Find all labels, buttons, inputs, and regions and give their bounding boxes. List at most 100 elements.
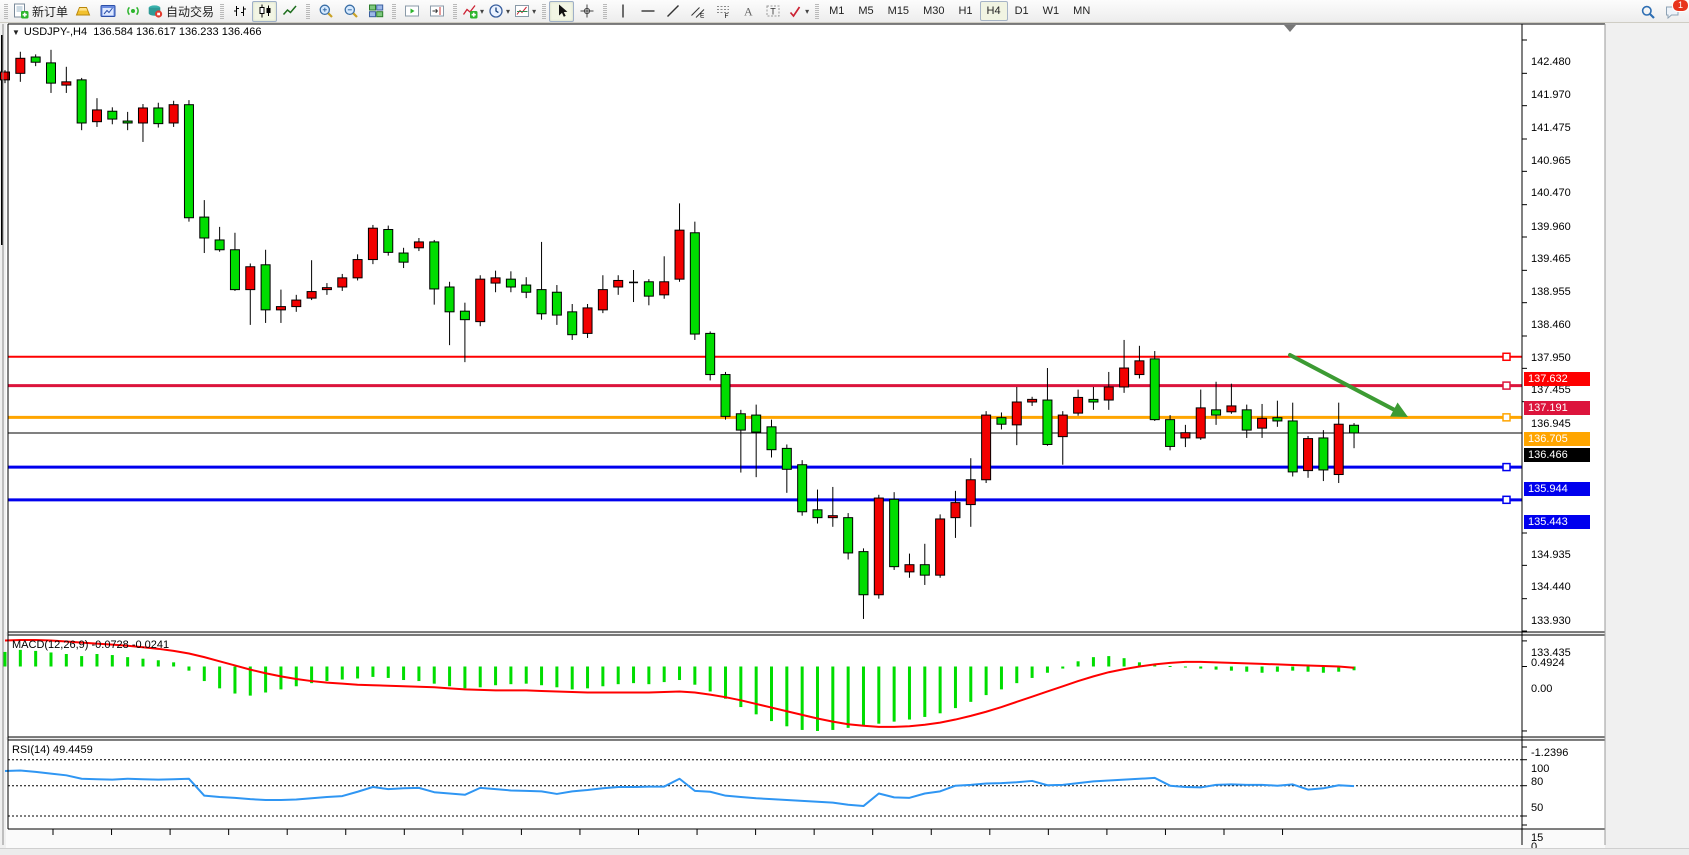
hline-icon xyxy=(640,3,656,19)
new-order-icon xyxy=(13,3,29,19)
trendline-icon xyxy=(665,3,681,19)
candle xyxy=(1166,415,1175,450)
timeframe-m1-button[interactable]: M1 xyxy=(822,1,851,21)
toolbar-crosshair-tool-button[interactable] xyxy=(574,1,599,22)
toolbar-text-tool-button[interactable]: A xyxy=(735,1,760,22)
toolbar-text-label-tool-button[interactable]: T xyxy=(760,1,785,22)
toolbar-candlestick-mode-button[interactable] xyxy=(252,1,277,22)
timeframe-mn-button[interactable]: MN xyxy=(1066,1,1097,21)
toolbar-fibonacci-tool-button[interactable]: F xyxy=(710,1,735,22)
search-icon xyxy=(1640,4,1656,20)
resistance-line-1-handle[interactable] xyxy=(1503,353,1510,360)
chevron-down-icon[interactable]: ▾ xyxy=(805,7,809,16)
add-indicator-icon xyxy=(462,3,478,19)
toolbar-tile-windows-button[interactable] xyxy=(363,1,388,22)
toolbar-chart-shift-button[interactable] xyxy=(424,1,449,22)
candle xyxy=(798,460,807,516)
toolbar-equidistant-channel-tool-button[interactable]: E xyxy=(685,1,710,22)
toolbar-search-button[interactable] xyxy=(1635,1,1660,22)
timeframe-m5-button[interactable]: M5 xyxy=(851,1,880,21)
toolbar-group-handle xyxy=(4,4,8,19)
toolbar-autotrading-button[interactable]: 自动交易 xyxy=(145,1,216,22)
svg-text:E: E xyxy=(700,13,705,20)
chart-symbol: USDJPY-,H4 xyxy=(24,26,87,38)
chart-title[interactable]: ▼USDJPY-,H4 136.584 136.617 136.233 136.… xyxy=(12,26,261,38)
toolbar-group-handle xyxy=(392,4,396,19)
text-icon: A xyxy=(740,3,756,19)
pivot-line-handle[interactable] xyxy=(1503,414,1510,421)
candle xyxy=(77,78,86,130)
chart-shift-icon xyxy=(429,3,445,19)
candle xyxy=(368,225,377,264)
toolbar-group-handle xyxy=(542,4,546,19)
toolbar-new-order-button[interactable]: 新订单 xyxy=(11,1,70,22)
toolbar-zoom-out-button[interactable] xyxy=(338,1,363,22)
autotrading-icon xyxy=(147,3,163,19)
candle xyxy=(890,492,899,570)
resistance-line-2-handle[interactable] xyxy=(1503,382,1510,389)
bar-chart-icon xyxy=(232,3,248,19)
tile-windows-icon xyxy=(368,3,384,19)
chevron-down-icon[interactable]: ▾ xyxy=(532,7,536,16)
price-chart[interactable] xyxy=(0,22,1689,855)
channel-icon: E xyxy=(690,3,706,19)
toolbar-horizontal-line-tool-button[interactable] xyxy=(635,1,660,22)
candle xyxy=(1150,351,1159,421)
toolbar-signals-button[interactable] xyxy=(120,1,145,22)
support-line-2-handle[interactable] xyxy=(1503,496,1510,503)
candle xyxy=(476,275,485,326)
auto-scroll-icon xyxy=(404,3,420,19)
signal-icon xyxy=(125,3,141,19)
candle xyxy=(874,495,883,599)
toolbar-bar-chart-mode-button[interactable] xyxy=(227,1,252,22)
label-icon: T xyxy=(765,3,781,19)
ohlc-low: 136.233 xyxy=(179,26,219,38)
timeframe-d1-button[interactable]: D1 xyxy=(1008,1,1036,21)
toolbar-market-window-button[interactable] xyxy=(95,1,120,22)
toolbar-group-handle xyxy=(306,4,310,19)
timeframe-h1-button[interactable]: H1 xyxy=(951,1,979,21)
candle xyxy=(583,304,592,338)
toolbar-new-order-label: 新订单 xyxy=(32,3,68,20)
chart-window: ▼USDJPY-,H4 136.584 136.617 136.233 136.… xyxy=(0,22,1689,855)
ohlc-close: 136.466 xyxy=(222,26,262,38)
toolbar-templates-button[interactable]: ▾ xyxy=(512,1,538,22)
toolbar-notifications-button[interactable]: 1 xyxy=(1660,1,1685,22)
support-line-1-handle[interactable] xyxy=(1503,464,1510,471)
toolbar-vertical-line-tool-button[interactable] xyxy=(610,1,635,22)
toolbar-autotrading-label: 自动交易 xyxy=(166,3,214,20)
crosshair-icon xyxy=(579,3,595,19)
svg-text:T: T xyxy=(770,7,776,17)
toolbar-group-handle xyxy=(453,4,457,19)
timeframe-m15-button[interactable]: M15 xyxy=(881,1,916,21)
toolbar-arrows-tool-button[interactable]: ▾ xyxy=(785,1,811,22)
toolbar-group-handle xyxy=(220,4,224,19)
status-bar xyxy=(0,848,1689,855)
candlestick-icon xyxy=(257,3,273,19)
toolbar-trendline-tool-button[interactable] xyxy=(660,1,685,22)
toolbar-line-chart-mode-button[interactable] xyxy=(277,1,302,22)
toolbar-right-group: 1 xyxy=(1635,1,1685,22)
cursor-icon xyxy=(554,3,570,19)
toolbar-zoom-in-button[interactable] xyxy=(313,1,338,22)
line-chart-icon xyxy=(282,3,298,19)
chevron-down-icon[interactable]: ▾ xyxy=(480,7,484,16)
blue-window-icon xyxy=(100,3,116,19)
toolbar-cursor-tool-button[interactable] xyxy=(549,1,574,22)
zoom-out-icon xyxy=(343,3,359,19)
timeframe-h4-button[interactable]: H4 xyxy=(980,1,1008,21)
timeframe-w1-button[interactable]: W1 xyxy=(1036,1,1067,21)
fibo-icon: F xyxy=(715,3,731,19)
toolbar-gold-ingot-button[interactable] xyxy=(70,1,95,22)
chevron-down-icon[interactable]: ▾ xyxy=(506,7,510,16)
toolbar-auto-scroll-button[interactable] xyxy=(399,1,424,22)
toolbar-group-handle xyxy=(603,4,607,19)
candle xyxy=(184,100,193,222)
toolbar-periods-button[interactable]: ▾ xyxy=(486,1,512,22)
candle xyxy=(844,513,853,559)
timeframe-m30-button[interactable]: M30 xyxy=(916,1,951,21)
candle xyxy=(384,226,393,256)
chart-title-collapse-icon[interactable]: ▼ xyxy=(12,28,20,37)
toolbar-add-indicator-button[interactable]: ▾ xyxy=(460,1,486,22)
candle xyxy=(690,222,699,340)
